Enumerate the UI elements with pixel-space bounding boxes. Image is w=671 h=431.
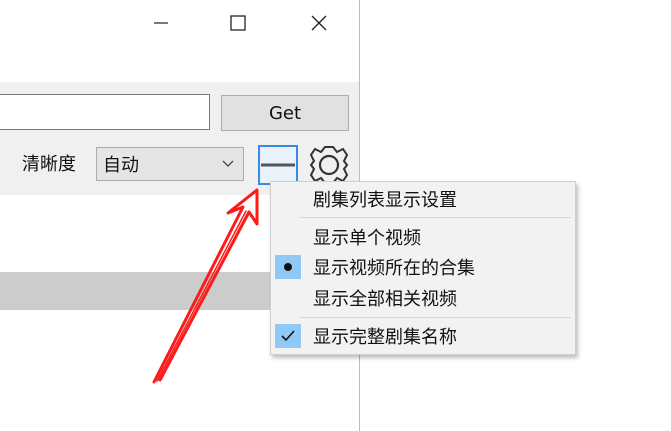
- quality-label: 清晰度: [22, 154, 76, 175]
- menu-item-label: 显示全部相关视频: [313, 289, 457, 310]
- menu-separator: [299, 217, 571, 218]
- url-input[interactable]: [0, 94, 210, 130]
- menu-item-settings-header: 剧集列表显示设置: [271, 184, 575, 214]
- menu-item-label: 显示完整剧集名称: [313, 327, 457, 348]
- menu-item-all-related[interactable]: 显示全部相关视频: [271, 283, 575, 313]
- menu-item-label: 剧集列表显示设置: [313, 190, 457, 211]
- quality-select[interactable]: 自动: [96, 147, 244, 181]
- header-strip: [0, 52, 359, 82]
- episode-list-button[interactable]: [258, 145, 298, 185]
- bullet-icon: [275, 255, 301, 279]
- get-button[interactable]: Get: [221, 95, 349, 131]
- list-icon: [261, 163, 295, 167]
- maximize-button[interactable]: [215, 0, 261, 46]
- minimize-button[interactable]: [138, 0, 184, 46]
- chevron-down-icon: [222, 160, 234, 167]
- close-icon: [311, 15, 327, 31]
- menu-item-label: 显示视频所在的合集: [313, 258, 475, 279]
- check-icon: [275, 324, 301, 348]
- menu-item-single-video[interactable]: 显示单个视频: [271, 222, 575, 252]
- menu-item-full-name[interactable]: 显示完整剧集名称: [271, 321, 575, 351]
- episode-list-menu: 剧集列表显示设置 显示单个视频 显示视频所在的合集 显示全部相关视频 显示完整剧…: [270, 181, 576, 355]
- minimize-icon: [154, 22, 168, 24]
- close-button[interactable]: [296, 0, 342, 46]
- quality-selected-value: 自动: [103, 155, 139, 176]
- menu-separator: [299, 317, 571, 318]
- maximize-icon: [230, 15, 246, 31]
- title-bar: [0, 0, 359, 52]
- menu-item-collection[interactable]: 显示视频所在的合集: [271, 252, 575, 282]
- menu-item-label: 显示单个视频: [313, 228, 421, 249]
